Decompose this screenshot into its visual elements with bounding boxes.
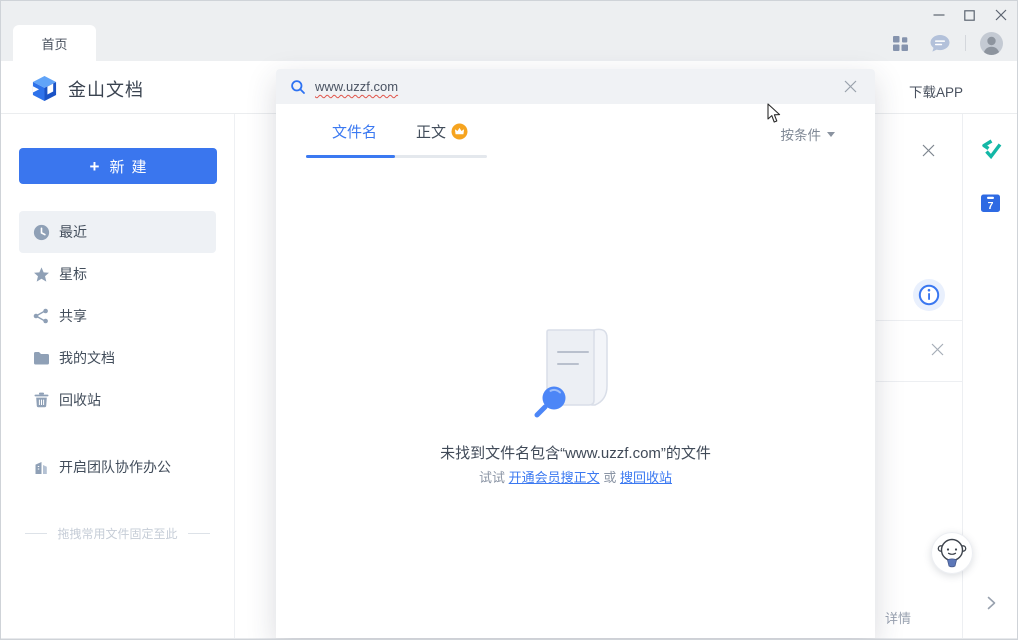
search-recycle-bin-link[interactable]: 搜回收站 xyxy=(620,470,672,485)
kdocs-cube-icon xyxy=(31,75,58,102)
filter-label: 按条件 xyxy=(781,124,822,144)
clock-icon xyxy=(31,224,51,241)
close-icon xyxy=(931,343,944,356)
avatar[interactable] xyxy=(980,32,1003,55)
sidebar-item-label: 最近 xyxy=(59,222,87,242)
svg-text:7: 7 xyxy=(988,200,994,212)
todo-app-button[interactable] xyxy=(979,138,1003,162)
tab-active-indicator xyxy=(306,155,395,158)
hint-dash-left xyxy=(25,533,47,534)
expand-rail-button[interactable] xyxy=(984,596,998,610)
app-title: 金山文档 xyxy=(68,76,144,102)
panel-divider xyxy=(876,320,962,321)
trash-icon xyxy=(31,392,51,408)
close-icon xyxy=(844,80,857,93)
folder-icon xyxy=(31,351,51,366)
hint-dash-right xyxy=(188,533,210,534)
hint-or-text: 或 xyxy=(603,470,616,485)
share-icon xyxy=(31,308,51,324)
details-toggle[interactable]: 详情 xyxy=(885,608,911,627)
info-button[interactable] xyxy=(912,278,946,312)
search-results-panel: 文件名 正文 按条件 xyxy=(276,104,875,638)
sidebar-item-recent[interactable]: 最近 xyxy=(19,211,216,253)
caret-down-icon xyxy=(827,132,835,137)
document-search-illustration-icon xyxy=(532,326,620,418)
empty-state-title: 未找到文件名包含“www.uzzf.com”的文件 xyxy=(276,442,875,463)
filter-by-condition-button[interactable]: 按条件 xyxy=(781,124,836,144)
tab-filename[interactable]: 文件名 xyxy=(332,121,377,142)
new-button-label: 新建 xyxy=(109,156,153,177)
feedback-chat-icon[interactable] xyxy=(929,34,951,53)
building-icon xyxy=(31,459,51,475)
todo-check-icon xyxy=(979,138,1003,162)
tab-home-label: 首页 xyxy=(41,34,67,53)
empty-state-illustration xyxy=(532,326,620,421)
plus-icon: + xyxy=(90,158,100,175)
sidebar-item-label: 开启团队协作办公 xyxy=(59,457,171,477)
search-input[interactable]: www.uzzf.com xyxy=(276,69,875,104)
sidebar-item-recycle-bin[interactable]: 回收站 xyxy=(19,379,216,421)
clear-search-button[interactable] xyxy=(844,80,857,93)
minimize-button[interactable] xyxy=(923,3,954,27)
app-window: 首页 xyxy=(0,0,1018,640)
maximize-icon xyxy=(964,10,975,21)
banner-close-button[interactable] xyxy=(922,144,935,157)
maximize-button[interactable] xyxy=(954,3,985,27)
empty-state-hint: 试试 开通会员搜正文 或 搜回收站 xyxy=(276,467,875,486)
star-icon xyxy=(31,266,51,283)
sidebar-item-label: 共享 xyxy=(59,306,87,326)
sidebar-item-starred[interactable]: 星标 xyxy=(19,253,216,295)
minimize-icon xyxy=(933,9,945,21)
hint-try-text: 试试 xyxy=(479,470,505,485)
tab-home[interactable]: 首页 xyxy=(13,25,96,61)
info-icon xyxy=(912,278,946,312)
close-button[interactable] xyxy=(985,3,1016,27)
calendar-app-button[interactable]: 7 xyxy=(980,193,1001,213)
vip-crown-badge-icon xyxy=(451,123,468,140)
download-app-button[interactable]: 下载APP xyxy=(909,81,963,101)
tab-fulltext[interactable]: 正文 xyxy=(416,121,468,142)
pin-hint-label: 拖拽常用文件固定至此 xyxy=(57,525,177,542)
sidebar-item-label: 我的文档 xyxy=(59,348,115,368)
sidebar-item-label: 星标 xyxy=(59,264,87,284)
pin-files-hint: 拖拽常用文件固定至此 xyxy=(1,525,234,542)
apps-grid-icon[interactable] xyxy=(892,35,909,52)
search-fulltext-link[interactable]: 开通会员搜正文 xyxy=(509,470,600,485)
tab-indicator-track xyxy=(306,155,487,158)
search-query-text: www.uzzf.com xyxy=(315,79,398,94)
sidebar-divider xyxy=(234,114,235,638)
sidebar-item-shared[interactable]: 共享 xyxy=(19,295,216,337)
panel-divider xyxy=(876,381,962,382)
account-divider xyxy=(965,35,966,51)
chevron-right-icon xyxy=(984,596,998,610)
tab-fulltext-label: 正文 xyxy=(416,121,446,142)
sidebar-item-team-collaboration[interactable]: 开启团队协作办公 xyxy=(19,446,216,488)
search-icon xyxy=(290,79,306,95)
assistant-mascot-button[interactable] xyxy=(931,532,973,574)
search-overlay: www.uzzf.com 文件名 正文 按条件 xyxy=(276,69,875,638)
sidebar-item-my-documents[interactable]: 我的文档 xyxy=(19,337,216,379)
mascot-icon xyxy=(931,532,973,574)
close-icon xyxy=(922,144,935,157)
app-logo: 金山文档 xyxy=(31,75,144,102)
new-document-button[interactable]: + 新建 xyxy=(19,148,217,184)
close-icon xyxy=(995,9,1007,21)
calendar-7-icon: 7 xyxy=(980,193,1001,213)
sidebar-item-label: 回收站 xyxy=(59,390,101,410)
card-close-button[interactable] xyxy=(931,343,944,356)
title-bar: 首页 xyxy=(1,1,1018,61)
